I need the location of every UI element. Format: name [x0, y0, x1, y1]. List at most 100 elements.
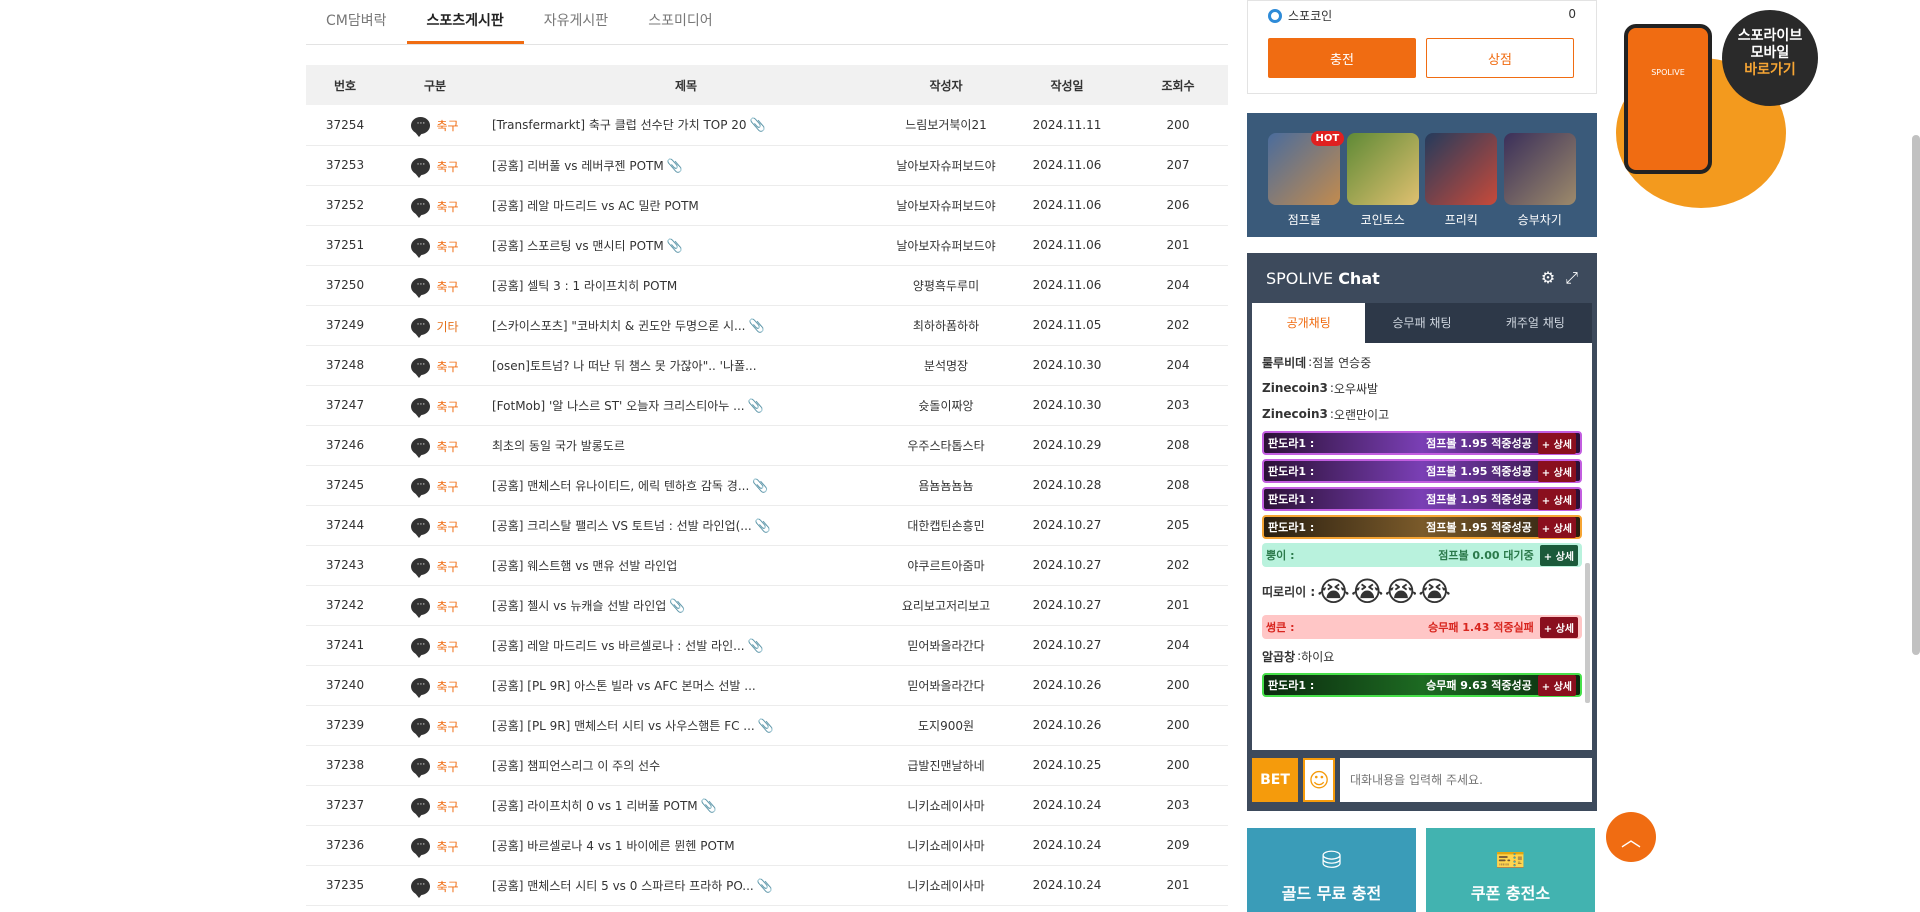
expand-icon[interactable]: ⤢ [1565, 268, 1578, 288]
chat-bubble-icon: ··· [411, 157, 431, 178]
column-header: 작성자 [886, 65, 1006, 105]
detail-button[interactable]: + 상세 [1539, 616, 1578, 638]
bet-button[interactable]: BET [1252, 758, 1298, 802]
scroll-top-button[interactable]: ︿ [1606, 812, 1656, 862]
post-title[interactable]: [공홈] 레알 마드리드 vs AC 밀란 POTM [486, 185, 886, 226]
game-cointoss[interactable]: 코인토스 [1346, 133, 1419, 237]
table-row[interactable]: 37240 ··· 축구 [공홈] [PL 9R] 아스톤 빌라 vs AFC 본머스… [306, 665, 1228, 706]
post-author[interactable]: 요리보고저리보고 [886, 585, 1006, 626]
settings-icon[interactable]: ⚙ [1541, 268, 1555, 288]
chat-input[interactable] [1340, 758, 1592, 802]
charge-button[interactable]: 충전 [1268, 38, 1416, 78]
bet-result-message: 판도라1 : 점프볼 1.95 적중성공 + 상세 [1262, 515, 1582, 539]
post-author[interactable]: 느림보거북이21 [886, 105, 1006, 146]
post-author[interactable]: 대한캡틴손흥민 [886, 505, 1006, 546]
post-views: 205 [1128, 505, 1228, 546]
post-author[interactable]: 날아보자슈퍼보드야 [886, 225, 1006, 266]
post-title[interactable]: [공홈] 라이프치히 0 vs 1 리버풀 POTM 📎 [486, 785, 886, 826]
tab-spo-media[interactable]: 스포미디어 [628, 10, 732, 44]
table-row[interactable]: 37237 ··· 축구 [공홈] 라이프치히 0 vs 1 리버풀 POTM 📎 니키쇼… [306, 785, 1228, 826]
post-author[interactable]: 우주스타톱스타 [886, 425, 1006, 466]
chat-scrollbar[interactable] [1585, 563, 1590, 703]
coupon-icon: 🎫 [1495, 846, 1526, 874]
table-row[interactable]: 37251 ··· 축구 [공홈] 스포르팅 vs 맨시티 POTM 📎 날아보자슈퍼보드… [306, 225, 1228, 266]
post-title[interactable]: [공홈] 스포르팅 vs 맨시티 POTM 📎 [486, 225, 886, 266]
post-author[interactable]: 슛돌이짜앙 [886, 385, 1006, 426]
chat-messages[interactable]: 룰루비데: 점볼 연승중 Zinecoin3: 오우싸발 Zinecoin3: 오랜만이고… [1252, 343, 1592, 750]
post-title[interactable]: [공홈] 맨체스터 시티 5 vs 0 스파르타 프라하 PO... 📎 [486, 865, 886, 906]
detail-button[interactable]: + 상세 [1537, 488, 1576, 510]
post-title[interactable]: [공홈] 맨체스터 유나이티드, 에릭 텐하흐 감독 경... 📎 [486, 465, 886, 506]
post-title[interactable]: [FotMob] '알 나스르 ST' 오늘자 크리스티아누 ... 📎 [486, 385, 886, 426]
post-author[interactable]: 욤뇸뇸뇸뇸 [886, 465, 1006, 506]
post-title[interactable]: [공홈] [PL 9R] 맨체스터 시티 vs 사우스햄튼 FC ... 📎 [486, 705, 886, 746]
table-row[interactable]: 37235 ··· 축구 [공홈] 맨체스터 시티 5 vs 0 스파르타 프라하 P… [306, 865, 1228, 906]
detail-button[interactable]: + 상세 [1539, 544, 1578, 566]
post-author[interactable]: 도지900원 [886, 705, 1006, 746]
post-title[interactable]: [osen]토트넘? 나 떠난 뒤 챔스 못 가잖아".. '나폴... [486, 345, 886, 386]
post-author[interactable]: 믿어봐올라간다 [886, 625, 1006, 666]
post-views: 204 [1128, 625, 1228, 666]
post-title[interactable]: [공홈] 바르셀로나 4 vs 1 바이에른 뮌헨 POTM [486, 825, 886, 866]
table-row[interactable]: 37245 ··· 축구 [공홈] 맨체스터 유나이티드, 에릭 텐하흐 감독 경..… [306, 465, 1228, 506]
table-row[interactable]: 37249 ··· 기타 [스카이스포츠] "코바치치 & 귄도안 두명으론 시...… [306, 305, 1228, 346]
table-row[interactable]: 37248 ··· 축구 [osen]토트넘? 나 떠난 뒤 챔스 못 가잖아".. … [306, 345, 1228, 386]
tab-result-chat[interactable]: 승무패 채팅 [1365, 303, 1478, 343]
post-author[interactable]: 날아보자슈퍼보드야 [886, 145, 1006, 186]
post-title[interactable]: [공홈] 셀틱 3 : 1 라이프치히 POTM [486, 265, 886, 306]
tab-cm[interactable]: CM담벼락 [306, 10, 407, 44]
table-row[interactable]: 37241 ··· 축구 [공홈] 레알 마드리드 vs 바르셀로나 : 선발 라인.… [306, 625, 1228, 666]
post-author[interactable]: 니키쇼레이사마 [886, 785, 1006, 826]
table-row[interactable]: 37242 ··· 축구 [공홈] 첼시 vs 뉴캐슬 선발 라인업 📎 요리보고저리보고… [306, 585, 1228, 626]
shop-button[interactable]: 상점 [1426, 38, 1574, 78]
tab-sports-board[interactable]: 스포츠게시판 [406, 10, 524, 44]
game-penalty[interactable]: 승부차기 [1503, 133, 1576, 237]
mobile-promo[interactable]: SPOLIVE 스포라이브 모바일 바로가기 [1616, 10, 1818, 208]
post-date: 2024.10.27 [1006, 625, 1128, 666]
table-row[interactable]: 37247 ··· 축구 [FotMob] '알 나스르 ST' 오늘자 크리스티아누… [306, 385, 1228, 426]
detail-button[interactable]: + 상세 [1537, 460, 1576, 482]
post-author[interactable]: 니키쇼레이사마 [886, 825, 1006, 866]
post-author[interactable]: 니키쇼레이사마 [886, 865, 1006, 906]
table-row[interactable]: 37246 ··· 축구 최초의 동일 국가 발롱도르 우주스타톱스타 2024.10.2… [306, 425, 1228, 466]
post-views: 200 [1128, 105, 1228, 146]
post-author[interactable]: 믿어봐올라간다 [886, 665, 1006, 706]
post-title[interactable]: [공홈] 리버풀 vs 레버쿠젠 POTM 📎 [486, 145, 886, 186]
gold-charge-card[interactable]: ⛁ 골드 무료 충전 [1247, 828, 1416, 912]
page-scrollbar[interactable] [1912, 135, 1920, 655]
post-title[interactable]: [공홈] 레알 마드리드 vs 바르셀로나 : 선발 라인... 📎 [486, 625, 886, 666]
game-freekick[interactable]: 프리킥 [1425, 133, 1498, 237]
post-author[interactable]: 양평흑두루미 [886, 265, 1006, 306]
table-row[interactable]: 37244 ··· 축구 [공홈] 크리스탈 팰리스 VS 토트넘 : 선발 라인업(… [306, 505, 1228, 546]
post-author[interactable]: 급발진맨날하네 [886, 745, 1006, 786]
post-title[interactable]: [스카이스포츠] "코바치치 & 귄도안 두명으론 시... 📎 [486, 305, 886, 346]
game-jumpball[interactable]: HOT 점프볼 [1268, 131, 1345, 237]
post-title[interactable]: [공홈] [PL 9R] 아스톤 빌라 vs AFC 본머스 선발 ... [486, 665, 886, 706]
post-title[interactable]: [공홈] 챔피언스리그 이 주의 선수 [486, 745, 886, 786]
table-row[interactable]: 37252 ··· 축구 [공홈] 레알 마드리드 vs AC 밀란 POTM 날아보자… [306, 185, 1228, 226]
post-author[interactable]: 날아보자슈퍼보드야 [886, 185, 1006, 226]
table-row[interactable]: 37243 ··· 축구 [공홈] 웨스트햄 vs 맨유 선발 라인업 야쿠르트아줌마 2… [306, 545, 1228, 586]
tab-casual-chat[interactable]: 캐주얼 채팅 [1479, 303, 1592, 343]
post-title[interactable]: 최초의 동일 국가 발롱도르 [486, 425, 886, 466]
detail-button[interactable]: + 상세 [1537, 432, 1576, 454]
table-row[interactable]: 37253 ··· 축구 [공홈] 리버풀 vs 레버쿠젠 POTM 📎 날아보자슈퍼보드… [306, 145, 1228, 186]
table-row[interactable]: 37239 ··· 축구 [공홈] [PL 9R] 맨체스터 시티 vs 사우스햄튼 … [306, 705, 1228, 746]
table-row[interactable]: 37236 ··· 축구 [공홈] 바르셀로나 4 vs 1 바이에른 뮌헨 POTM… [306, 825, 1228, 866]
coupon-card[interactable]: 🎫 쿠폰 충전소 [1426, 828, 1595, 912]
post-title[interactable]: [Transfermarkt] 축구 클럽 선수단 가치 TOP 20 📎 [486, 105, 886, 146]
tab-free-board[interactable]: 자유게시판 [524, 10, 628, 44]
detail-button[interactable]: + 상세 [1537, 674, 1576, 696]
post-title[interactable]: [공홈] 크리스탈 팰리스 VS 토트넘 : 선발 라인업(... 📎 [486, 505, 886, 546]
post-title[interactable]: [공홈] 웨스트햄 vs 맨유 선발 라인업 [486, 545, 886, 586]
emoji-icon[interactable]: ☺ [1303, 758, 1335, 802]
post-author[interactable]: 최하하폼하하 [886, 305, 1006, 346]
detail-button[interactable]: + 상세 [1537, 516, 1576, 538]
table-row[interactable]: 37250 ··· 축구 [공홈] 셀틱 3 : 1 라이프치히 POTM 양평흑두루미… [306, 265, 1228, 306]
post-author[interactable]: 분석명장 [886, 345, 1006, 386]
table-row[interactable]: 37254 ··· 축구 [Transfermarkt] 축구 클럽 선수단 가치 T… [306, 105, 1228, 146]
post-author[interactable]: 야쿠르트아줌마 [886, 545, 1006, 586]
table-row[interactable]: 37238 ··· 축구 [공홈] 챔피언스리그 이 주의 선수 급발진맨날하네 2024… [306, 745, 1228, 786]
tab-public-chat[interactable]: 공개채팅 [1252, 303, 1366, 343]
post-title[interactable]: [공홈] 첼시 vs 뉴캐슬 선발 라인업 📎 [486, 585, 886, 626]
